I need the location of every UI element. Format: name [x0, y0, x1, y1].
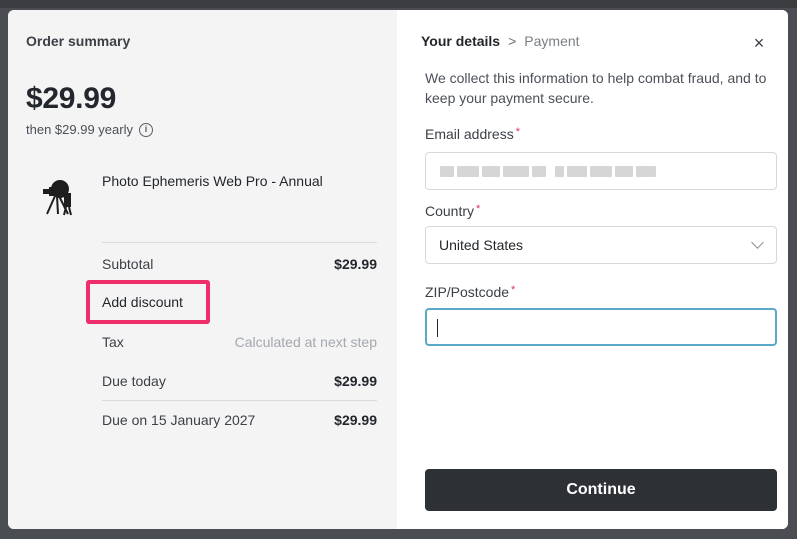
subtotal-row: Subtotal $29.99: [102, 254, 377, 274]
text-caret: [437, 319, 438, 337]
order-summary-title: Order summary: [26, 33, 131, 49]
zip-label: ZIP/Postcode *: [425, 284, 515, 300]
checkout-modal: Order summary $29.99 then $29.99 yearly …: [8, 10, 788, 529]
email-field[interactable]: [425, 152, 777, 190]
zip-label-text: ZIP/Postcode: [425, 284, 510, 300]
background-top-bar: [0, 0, 797, 8]
tax-value: Calculated at next step: [234, 334, 377, 350]
breadcrumb-payment: Payment: [524, 33, 580, 49]
divider: [102, 400, 377, 401]
breadcrumb-your-details: Your details: [421, 33, 501, 49]
email-label: Email address *: [425, 126, 520, 142]
required-marker: *: [476, 203, 481, 215]
info-icon[interactable]: i: [138, 122, 153, 137]
add-discount-highlight: Add discount: [86, 280, 210, 324]
due-today-label: Due today: [102, 373, 166, 389]
chevron-down-icon: [751, 236, 764, 249]
required-marker: *: [511, 284, 516, 296]
due-on-value: $29.99: [334, 412, 377, 428]
recurrence-text: then $29.99 yearly: [26, 122, 133, 137]
tax-row: Tax Calculated at next step: [102, 332, 377, 352]
recurrence-info: then $29.99 yearly i: [26, 122, 153, 137]
breadcrumb: Your details > Payment: [421, 33, 580, 49]
product-logo-icon: [43, 180, 72, 216]
subtotal-value: $29.99: [334, 256, 377, 272]
divider: [102, 242, 377, 243]
price: $29.99: [26, 82, 116, 115]
tax-label: Tax: [102, 334, 124, 350]
due-on-label: Due on 15 January 2027: [102, 412, 256, 428]
country-select[interactable]: United States: [425, 226, 777, 264]
country-label: Country *: [425, 203, 480, 219]
due-today-value: $29.99: [334, 373, 377, 389]
email-value-redacted: [440, 166, 656, 177]
details-panel: Your details > Payment × We collect this…: [397, 10, 788, 529]
add-discount-link[interactable]: Add discount: [102, 294, 183, 310]
product-name: Photo Ephemeris Web Pro - Annual: [102, 173, 323, 189]
zip-input[interactable]: [425, 308, 777, 346]
order-summary-panel: Order summary $29.99 then $29.99 yearly …: [8, 10, 397, 529]
required-marker: *: [515, 126, 520, 138]
email-label-text: Email address: [425, 126, 514, 142]
due-today-row: Due today $29.99: [102, 371, 377, 391]
due-on-row: Due on 15 January 2027 $29.99: [102, 410, 377, 430]
background-page: [30, 528, 70, 539]
country-label-text: Country: [425, 203, 475, 219]
subtotal-label: Subtotal: [102, 256, 154, 272]
intro-text: We collect this information to help comb…: [425, 70, 767, 106]
close-icon[interactable]: ×: [750, 34, 768, 52]
continue-button[interactable]: Continue: [425, 469, 777, 511]
breadcrumb-separator-icon: >: [508, 33, 517, 49]
country-value: United States: [439, 237, 524, 253]
